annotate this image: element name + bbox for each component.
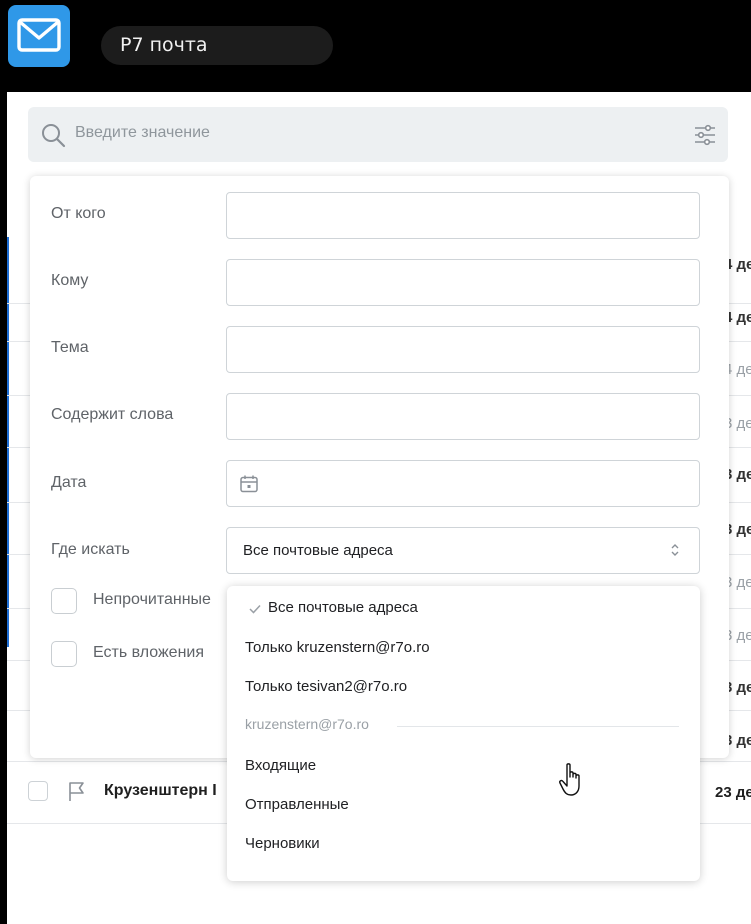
where-dropdown-menu: Все почтовые адреса Только kruzenstern@r… bbox=[227, 586, 700, 881]
where-label: Где искать bbox=[51, 541, 130, 558]
search-icon bbox=[40, 122, 66, 153]
window-title: Р7 почта bbox=[101, 26, 333, 65]
list-item-sender: Крузенштерн I bbox=[104, 782, 217, 799]
contains-label: Содержит слова bbox=[51, 406, 174, 423]
list-item-date: 23 де bbox=[715, 784, 751, 801]
where-select[interactable]: Все почтовые адреса bbox=[226, 527, 700, 574]
to-label: Кому bbox=[51, 272, 89, 289]
dropdown-option-all[interactable]: Все почтовые адреса bbox=[268, 599, 418, 616]
mail-icon[interactable] bbox=[8, 5, 70, 67]
dropdown-folder-inbox[interactable]: Входящие bbox=[245, 757, 316, 774]
unread-label: Непрочитанные bbox=[93, 591, 211, 608]
dropdown-folder-drafts[interactable]: Черновики bbox=[245, 835, 320, 852]
date-field[interactable] bbox=[226, 460, 700, 507]
row-checkbox[interactable] bbox=[28, 781, 48, 801]
search-input[interactable]: Введите значение bbox=[75, 124, 210, 142]
dropdown-divider bbox=[397, 726, 679, 727]
contains-field[interactable] bbox=[226, 393, 700, 440]
subject-label: Тема bbox=[51, 339, 89, 356]
checkmark-icon bbox=[249, 601, 261, 619]
to-field[interactable] bbox=[226, 259, 700, 306]
from-label: От кого bbox=[51, 205, 106, 222]
where-select-value: Все почтовые адреса bbox=[243, 542, 393, 559]
unread-checkbox[interactable] bbox=[51, 588, 77, 614]
hand-pointer-icon bbox=[558, 762, 586, 803]
filter-sliders-icon[interactable] bbox=[694, 124, 716, 151]
flag-icon[interactable] bbox=[66, 780, 88, 807]
attachments-checkbox[interactable] bbox=[51, 641, 77, 667]
dropdown-option-kruzenstern[interactable]: Только kruzenstern@r7o.ro bbox=[245, 639, 430, 656]
mail-content: Введите значение 4 де 4 де 4 де 3 де 3 д… bbox=[7, 92, 751, 924]
dropdown-group-label: kruzenstern@r7o.ro bbox=[245, 716, 369, 732]
calendar-icon[interactable] bbox=[239, 474, 259, 499]
search-bar[interactable]: Введите значение bbox=[28, 107, 728, 162]
date-label: Дата bbox=[51, 474, 87, 491]
attachments-label: Есть вложения bbox=[93, 644, 205, 661]
app-titlebar: Р7 почта bbox=[0, 0, 751, 92]
from-field[interactable] bbox=[226, 192, 700, 239]
subject-field[interactable] bbox=[226, 326, 700, 373]
chevron-updown-icon bbox=[669, 541, 681, 564]
dropdown-folder-sent[interactable]: Отправленные bbox=[245, 796, 349, 813]
dropdown-option-tesivan2[interactable]: Только tesivan2@r7o.ro bbox=[245, 678, 407, 695]
